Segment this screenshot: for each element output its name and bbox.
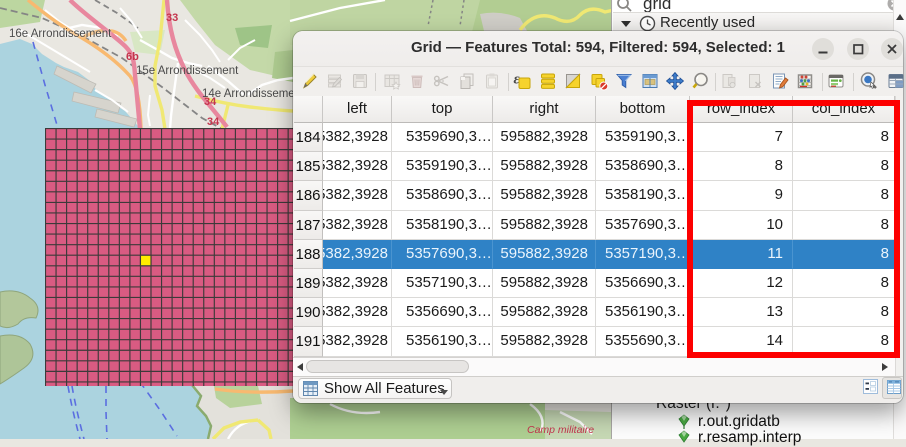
svg-text:16e Arrondissement: 16e Arrondissement — [9, 28, 112, 40]
svg-text:15e Arrondissement: 15e Arrondissement — [136, 65, 239, 77]
svg-text:33: 33 — [166, 12, 178, 24]
svg-text:34: 34 — [207, 116, 220, 128]
svg-text:Camp militaire: Camp militaire — [527, 424, 594, 436]
svg-text:6b: 6b — [126, 51, 139, 63]
svg-text:14e Arrondissement: 14e Arrondissement — [202, 88, 305, 100]
svg-text:34: 34 — [204, 96, 217, 108]
